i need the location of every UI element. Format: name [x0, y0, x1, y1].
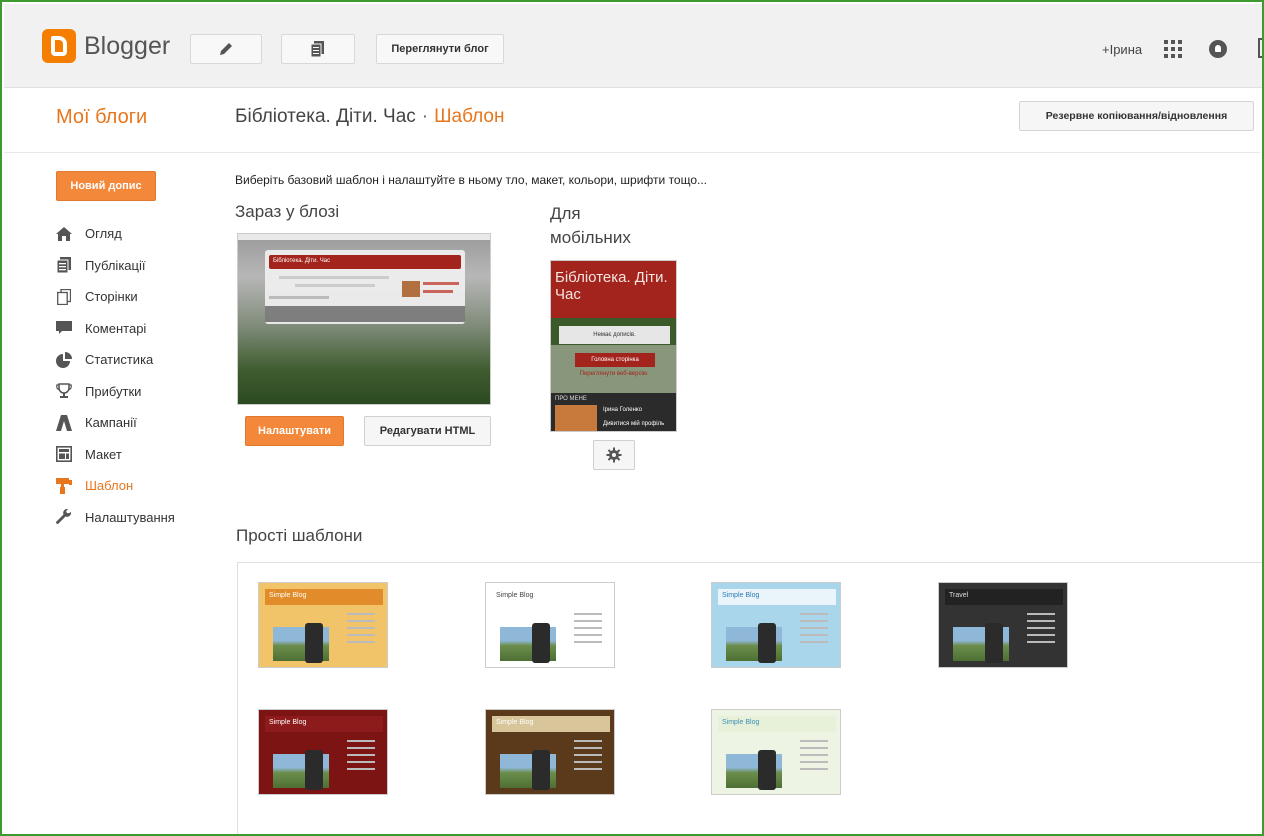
gear-icon [606, 447, 622, 463]
sidebar-item-label: Шаблон [85, 478, 134, 494]
sidebar-nav: Огляд Публікації Сторінки Коментарі Стат… [55, 218, 175, 533]
template-thumbnail[interactable]: Travel [938, 582, 1068, 668]
template-title: Simple Blog [718, 589, 836, 605]
mobile-template-preview[interactable]: Бібліотека. Діти. Час Немає дописів. Гол… [550, 260, 677, 432]
trophy-icon [55, 383, 73, 399]
sidebar-item-label: Огляд [85, 226, 122, 242]
customize-button[interactable]: Налаштувати [245, 416, 344, 446]
backup-restore-button[interactable]: Резервне копіювання/відновлення [1019, 101, 1254, 131]
mobile-preview-about-title: ПРО МЕНЕ [555, 396, 587, 402]
posts-icon [55, 257, 73, 274]
sidebar-item-template[interactable]: Шаблон [55, 470, 175, 502]
template-title: Simple Blog [492, 589, 610, 605]
my-blogs-link[interactable]: Мої блоги [56, 106, 147, 129]
blogger-logo[interactable]: Blogger [42, 29, 170, 63]
page-title: Шаблон [434, 106, 505, 127]
new-post-button[interactable]: Новий допис [56, 171, 156, 201]
simple-templates-heading: Прості шаблони [236, 526, 363, 545]
mobile-preview-name: Ірина Голенко [603, 407, 642, 413]
template-thumbnail[interactable]: Simple Blog [258, 582, 388, 668]
sidebar-item-settings[interactable]: Налаштування [55, 502, 175, 534]
layout-icon [55, 446, 73, 463]
template-thumbnail[interactable]: Simple Blog [485, 709, 615, 795]
preview-blog-title: Бібліотека. Діти. Час [269, 255, 461, 269]
template-thumbnail[interactable]: Simple Blog [485, 582, 615, 668]
sidebar-item-label: Сторінки [85, 289, 138, 305]
intro-text: Виберіть базовий шаблон і налаштуйте в н… [235, 173, 708, 187]
sidebar-item-earnings[interactable]: Прибутки [55, 376, 175, 408]
user-link[interactable]: +Ірина [1102, 42, 1142, 57]
sidebar-item-label: Макет [85, 446, 122, 462]
sidebar-item-label: Кампанії [85, 415, 137, 431]
template-title: Simple Blog [265, 589, 383, 605]
blogger-logo-icon [42, 29, 76, 63]
campaigns-icon [55, 414, 73, 431]
sidebar-item-overview[interactable]: Огляд [55, 218, 175, 250]
breadcrumb: Бібліотека. Діти. Час · Шаблон [235, 106, 504, 128]
comments-icon [55, 320, 73, 336]
sidebar-item-label: Публікації [85, 257, 146, 273]
template-title: Travel [945, 589, 1063, 605]
sidebar-item-label: Прибутки [85, 383, 142, 399]
window-frame: Blogger Переглянути блог +Ірина Мої блог… [0, 0, 1264, 836]
sidebar-item-pages[interactable]: Сторінки [55, 281, 175, 313]
mobile-preview-avatar [555, 405, 597, 431]
top-bar: Blogger Переглянути блог +Ірина [4, 4, 1262, 88]
home-icon [55, 226, 73, 242]
mobile-settings-button[interactable] [593, 440, 635, 470]
brand-name: Blogger [84, 31, 171, 60]
posts-list-button[interactable] [281, 34, 355, 64]
sidebar-item-campaigns[interactable]: Кампанії [55, 407, 175, 439]
view-blog-button[interactable]: Переглянути блог [376, 34, 504, 64]
template-thumbnail[interactable]: Simple Blog [711, 709, 841, 795]
sidebar-item-layout[interactable]: Макет [55, 439, 175, 471]
apps-grid-icon[interactable] [1164, 40, 1182, 58]
mobile-preview-profile-link: Дивитися мій профіль [603, 421, 665, 427]
preview-footer-strip [265, 306, 465, 322]
notifications-icon[interactable] [1209, 40, 1227, 58]
template-thumbnail[interactable]: Simple Blog [258, 709, 388, 795]
current-template-preview[interactable]: Бібліотека. Діти. Час [237, 233, 491, 405]
sidebar-item-label: Коментарі [85, 320, 147, 336]
mobile-preview-no-posts: Немає дописів. [559, 326, 670, 344]
blog-name[interactable]: Бібліотека. Діти. Час [235, 106, 416, 127]
template-title: Simple Blog [492, 716, 610, 732]
mobile-template-heading: Для мобільних [550, 204, 631, 247]
mobile-preview-home: Головна сторінка [575, 353, 655, 367]
pages-icon [55, 288, 73, 305]
template-icon [55, 477, 73, 494]
current-template-heading: Зараз у блозі [235, 202, 340, 221]
document-icon [310, 41, 324, 58]
pencil-icon [220, 43, 232, 55]
new-post-pen-button[interactable] [190, 34, 262, 64]
divider [4, 152, 1260, 153]
mobile-preview-title: Бібліотека. Діти. Час [551, 261, 676, 318]
mobile-preview-about: ПРО МЕНЕ Ірина Голенко Дивитися мій проф… [551, 393, 676, 431]
share-icon[interactable] [1258, 38, 1262, 58]
template-title: Simple Blog [265, 716, 383, 732]
sidebar-item-posts[interactable]: Публікації [55, 250, 175, 282]
mobile-preview-web-version: Переглянути веб-версію [579, 371, 648, 377]
preview-profile-photo [402, 281, 420, 297]
sidebar-item-comments[interactable]: Коментарі [55, 313, 175, 345]
wrench-icon [55, 509, 73, 525]
preview-browser-bar [238, 234, 490, 240]
sidebar-item-stats[interactable]: Статистика [55, 344, 175, 376]
stats-icon [55, 351, 73, 368]
edit-html-button[interactable]: Редагувати HTML [364, 416, 491, 446]
breadcrumb-separator: · [421, 106, 429, 127]
sidebar-item-label: Статистика [85, 352, 154, 368]
template-thumbnail[interactable]: Simple Blog [711, 582, 841, 668]
sidebar-item-label: Налаштування [85, 509, 175, 525]
template-title: Simple Blog [718, 716, 836, 732]
